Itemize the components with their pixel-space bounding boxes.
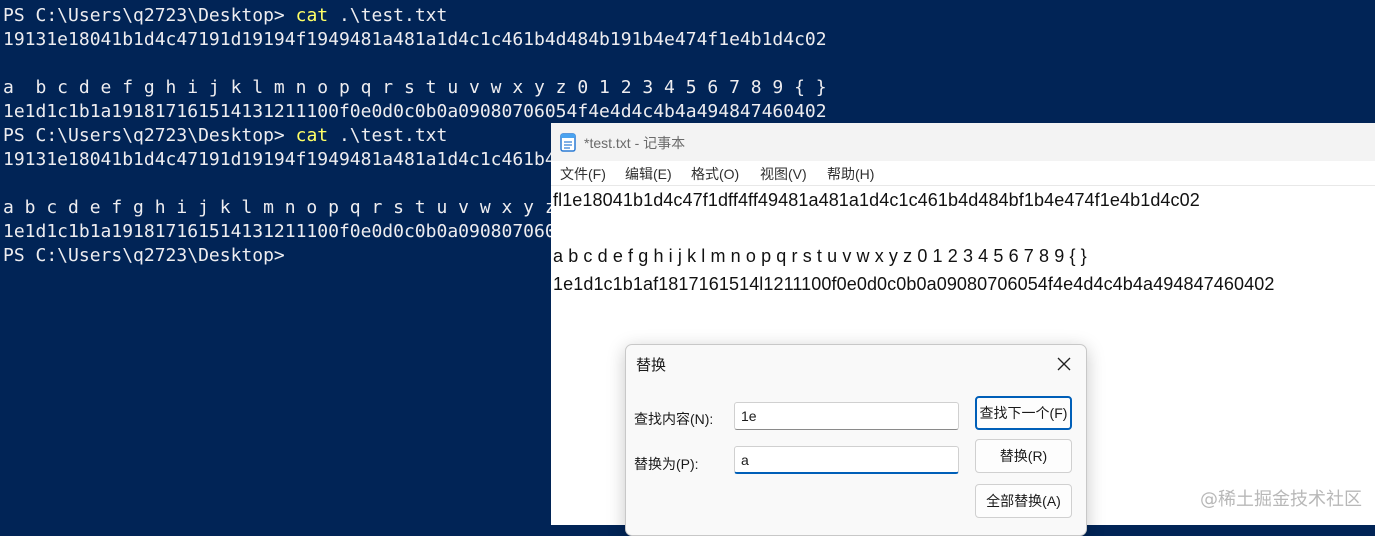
notepad-titlebar[interactable]: *test.txt - 记事本 [551, 123, 1375, 161]
menu-bar: 文件(F) 编辑(E) 格式(O) 视图(V) 帮助(H) [551, 161, 1375, 186]
find-input[interactable] [734, 402, 959, 430]
menu-edit[interactable]: 编辑(E) [625, 164, 672, 184]
window-title: *test.txt - 记事本 [584, 135, 686, 151]
watermark: @稀土掘金技术社区 [1200, 489, 1362, 510]
command-text: cat [295, 5, 329, 26]
argument-text: .\test.txt [338, 5, 448, 26]
editor-line: 1e1d1c1b1af1817161514l1211100f0e0d0c0b0a… [553, 274, 1275, 294]
menu-format[interactable]: 格式(O) [691, 164, 739, 184]
editor-line: fl1e18041b1d4c47f1dff4ff49481a481a1d4c1c… [553, 190, 1200, 210]
notepad-icon [560, 132, 576, 152]
prompt-text: PS C:\Users\q2723\Desktop> [3, 125, 285, 146]
replace-input[interactable] [734, 446, 959, 474]
menu-file[interactable]: 文件(F) [560, 164, 606, 184]
menu-view[interactable]: 视图(V) [760, 164, 807, 184]
terminal-prompt-line: PS C:\Users\q2723\Desktop> [3, 245, 285, 267]
terminal-prompt-line: PS C:\Users\q2723\Desktop> cat .\test.tx… [3, 125, 447, 147]
prompt-text: PS C:\Users\q2723\Desktop> [3, 5, 285, 26]
replace-all-button[interactable]: 全部替换(A) [975, 484, 1072, 518]
replace-label: 替换为(P): [634, 456, 699, 472]
prompt-text: PS C:\Users\q2723\Desktop> [3, 245, 285, 266]
dialog-title: 替换 [636, 357, 667, 374]
editor-line: a b c d e f g h i j k l m n o p q r s t … [553, 246, 1087, 266]
close-icon[interactable] [1050, 350, 1078, 378]
find-label: 查找内容(N): [634, 411, 714, 427]
menu-help[interactable]: 帮助(H) [827, 164, 874, 184]
replace-dialog[interactable]: 替换 查找内容(N): 替换为(P): 查找下一个(F) 替换(R) 全部替换(… [625, 344, 1087, 536]
terminal-output-line: 1e1d1c1b1a191817161514131211100f0e0d0c0b… [3, 101, 827, 122]
terminal-output-line: 19131e18041b1d4c47191d19194f1949481a481a… [3, 29, 827, 50]
terminal-output-line: a b c d e f g h i j k l m n o p q r s t … [3, 77, 827, 98]
terminal-prompt-line: PS C:\Users\q2723\Desktop> cat .\test.tx… [3, 5, 447, 27]
argument-text: .\test.txt [338, 125, 448, 146]
replace-button[interactable]: 替换(R) [975, 439, 1072, 473]
command-text: cat [295, 125, 329, 146]
find-next-button[interactable]: 查找下一个(F) [975, 396, 1072, 430]
